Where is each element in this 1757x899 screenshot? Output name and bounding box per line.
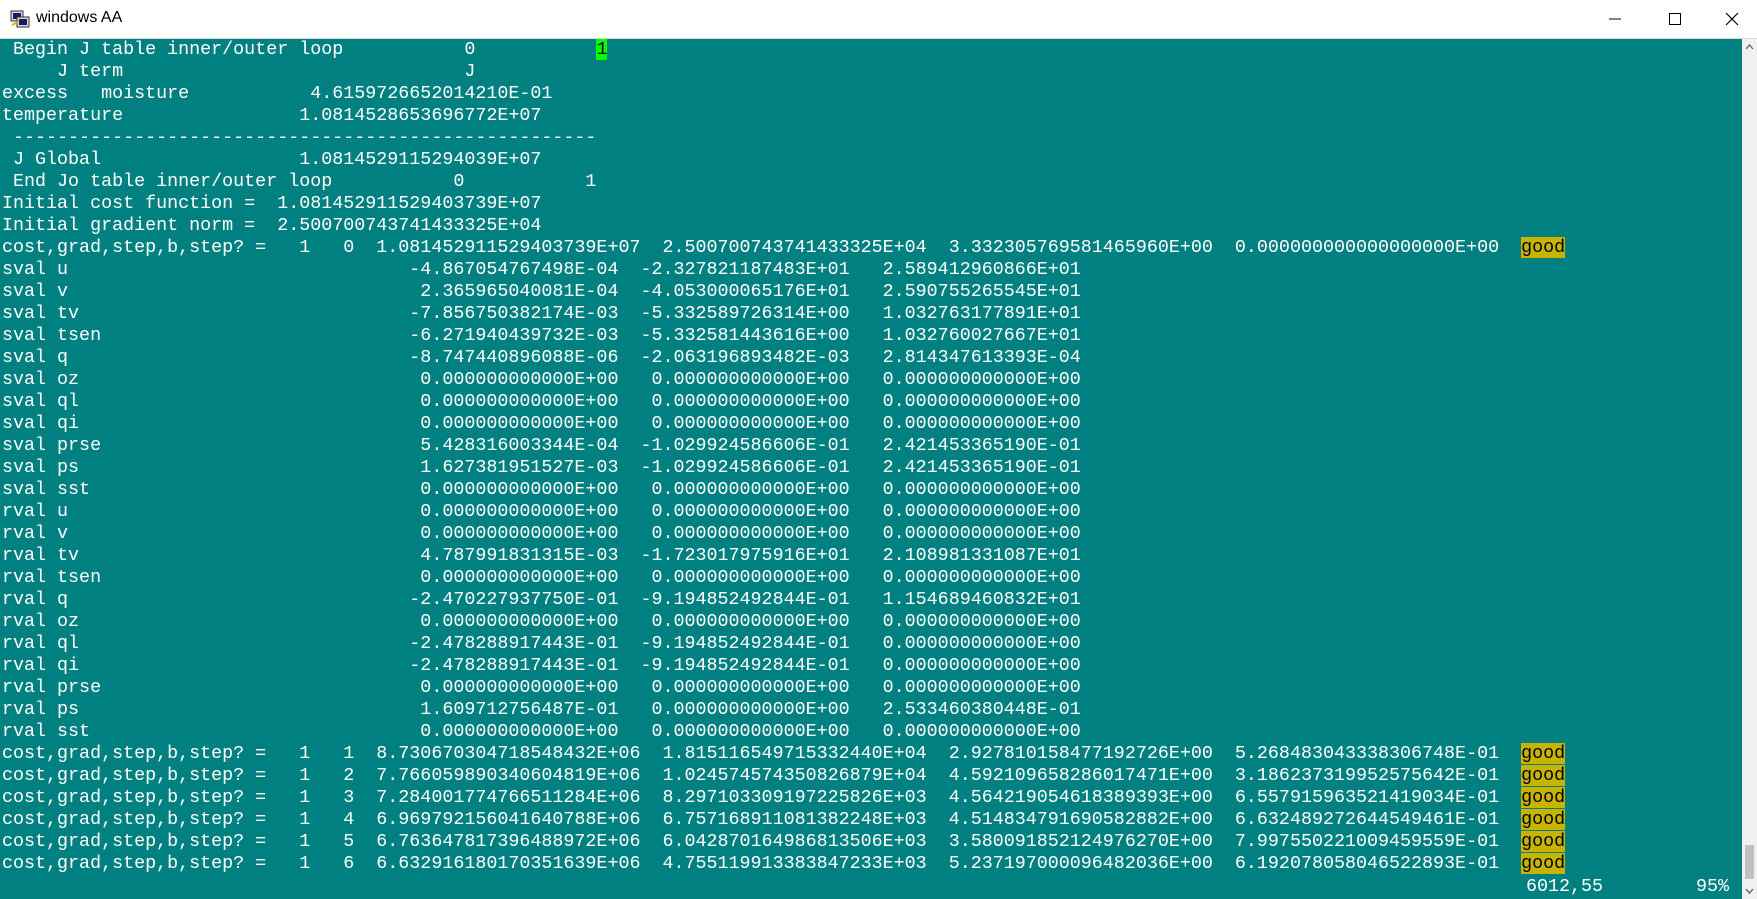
terminal-line: Begin J table inner/outer loop 0 1 bbox=[2, 39, 608, 61]
sval-row: sval qi 0.000000000000E+00 0.00000000000… bbox=[2, 413, 1081, 434]
close-button[interactable] bbox=[1705, 0, 1757, 38]
status-badge: good bbox=[1521, 809, 1566, 830]
sval-row: sval prse 5.428316003344E-04 -1.02992458… bbox=[2, 435, 1081, 456]
rval-row: rval qi -2.478288917443E-01 -9.194852492… bbox=[2, 655, 1081, 676]
rval-row: rval ps 1.609712756487E-01 0.00000000000… bbox=[2, 699, 1081, 720]
vim-status-line: 6012,55 95% bbox=[0, 876, 1742, 898]
terminal-line: ----------------------------------------… bbox=[2, 127, 597, 148]
status-badge: good bbox=[1521, 237, 1566, 258]
terminal-line: J Global 1.0814529115294039E+07 bbox=[2, 149, 542, 170]
minimize-button[interactable] bbox=[1588, 0, 1643, 38]
status-badge: good bbox=[1521, 831, 1566, 852]
sval-row: sval q -8.747440896088E-06 -2.0631968934… bbox=[2, 347, 1081, 368]
scroll-down-button[interactable] bbox=[1742, 882, 1757, 899]
iteration-text: cost,grad,step,b,step? = 1 0 1.081452911… bbox=[2, 237, 1522, 258]
status-badge: good bbox=[1521, 743, 1566, 764]
rval-row: rval u 0.000000000000E+00 0.000000000000… bbox=[2, 501, 1081, 522]
rval-row: rval v 0.000000000000E+00 0.000000000000… bbox=[2, 523, 1081, 544]
iteration-line: cost,grad,step,b,step? = 1 3 7.284001774… bbox=[2, 787, 1566, 809]
sval-row: sval tsen -6.271940439732E-03 -5.3325814… bbox=[2, 325, 1081, 346]
sval-row: sval oz 0.000000000000E+00 0.00000000000… bbox=[2, 369, 1081, 390]
iteration-text: cost,grad,step,b,step? = 1 5 6.763647817… bbox=[2, 831, 1522, 852]
terminal-output[interactable]: Begin J table inner/outer loop 0 1 J ter… bbox=[0, 39, 1742, 899]
rval-row: rval ql -2.478288917443E-01 -9.194852492… bbox=[2, 633, 1081, 654]
iteration-text: cost,grad,step,b,step? = 1 1 8.730670304… bbox=[2, 743, 1522, 764]
putty-terminal-icon[interactable] bbox=[10, 9, 30, 29]
scroll-down-arrow-icon bbox=[1745, 888, 1754, 894]
maximize-button[interactable] bbox=[1648, 0, 1703, 38]
terminal-line: End Jo table inner/outer loop 0 1 bbox=[2, 171, 597, 192]
scroll-percent: 95% bbox=[1696, 876, 1730, 897]
status-badge: good bbox=[1521, 765, 1566, 786]
terminal-window: windows AA Begin J table inner/outer loo… bbox=[0, 0, 1757, 899]
iteration-line: cost,grad,step,b,step? = 1 5 6.763647817… bbox=[2, 831, 1566, 853]
status-badge: good bbox=[1521, 853, 1566, 874]
iteration-line: cost,grad,step,b,step? = 1 0 1.081452911… bbox=[2, 237, 1566, 259]
rval-row: rval sst 0.000000000000E+00 0.0000000000… bbox=[2, 721, 1081, 742]
sval-row: sval v 2.365965040081E-04 -4.05300006517… bbox=[2, 281, 1081, 302]
sval-row: sval ps 1.627381951527E-03 -1.0299245866… bbox=[2, 457, 1081, 478]
title-bar[interactable]: windows AA bbox=[0, 0, 1757, 39]
cursor-highlight: 1 bbox=[596, 39, 608, 60]
iteration-line: cost,grad,step,b,step? = 1 6 6.632916180… bbox=[2, 853, 1566, 875]
terminal-line: excess moisture 4.6159726652014210E-01 bbox=[2, 83, 553, 104]
sval-row: sval u -4.867054767498E-04 -2.3278211874… bbox=[2, 259, 1081, 280]
cursor-position: 6012,55 bbox=[1526, 876, 1604, 897]
terminal-line: Initial cost function = 1.08145291152940… bbox=[2, 193, 542, 214]
terminal-line: temperature 1.0814528653696772E+07 bbox=[2, 105, 542, 126]
iteration-line: cost,grad,step,b,step? = 1 2 7.766059890… bbox=[2, 765, 1566, 787]
iteration-line: cost,grad,step,b,step? = 1 1 8.730670304… bbox=[2, 743, 1566, 765]
scroll-up-button[interactable] bbox=[1742, 39, 1757, 56]
rval-row: rval tsen 0.000000000000E+00 0.000000000… bbox=[2, 567, 1081, 588]
minimize-icon bbox=[1609, 18, 1621, 20]
rval-row: rval oz 0.000000000000E+00 0.00000000000… bbox=[2, 611, 1081, 632]
scrollbar-thumb[interactable] bbox=[1745, 845, 1754, 879]
terminal-line: Initial gradient norm = 2.50070074374143… bbox=[2, 215, 542, 236]
sval-row: sval tv -7.856750382174E-03 -5.332589726… bbox=[2, 303, 1081, 324]
loop-begin-text: Begin J table inner/outer loop 0 bbox=[2, 39, 597, 60]
rval-row: rval q -2.470227937750E-01 -9.1948524928… bbox=[2, 589, 1081, 610]
iteration-text: cost,grad,step,b,step? = 1 4 6.969792156… bbox=[2, 809, 1522, 830]
close-icon bbox=[1725, 12, 1739, 26]
scroll-up-arrow-icon bbox=[1745, 44, 1754, 50]
maximize-icon bbox=[1669, 13, 1681, 25]
iteration-text: cost,grad,step,b,step? = 1 2 7.766059890… bbox=[2, 765, 1522, 786]
rval-row: rval prse 0.000000000000E+00 0.000000000… bbox=[2, 677, 1081, 698]
iteration-text: cost,grad,step,b,step? = 1 3 7.284001774… bbox=[2, 787, 1522, 808]
iteration-line: cost,grad,step,b,step? = 1 4 6.969792156… bbox=[2, 809, 1566, 831]
iteration-text: cost,grad,step,b,step? = 1 6 6.632916180… bbox=[2, 853, 1522, 874]
sval-row: sval sst 0.000000000000E+00 0.0000000000… bbox=[2, 479, 1081, 500]
terminal-line: J term J bbox=[2, 61, 476, 82]
status-badge: good bbox=[1521, 787, 1566, 808]
window-title: windows AA bbox=[36, 9, 123, 26]
sval-row: sval ql 0.000000000000E+00 0.00000000000… bbox=[2, 391, 1081, 412]
rval-row: rval tv 4.787991831315E-03 -1.7230179759… bbox=[2, 545, 1081, 566]
vertical-scrollbar[interactable] bbox=[1742, 39, 1757, 899]
